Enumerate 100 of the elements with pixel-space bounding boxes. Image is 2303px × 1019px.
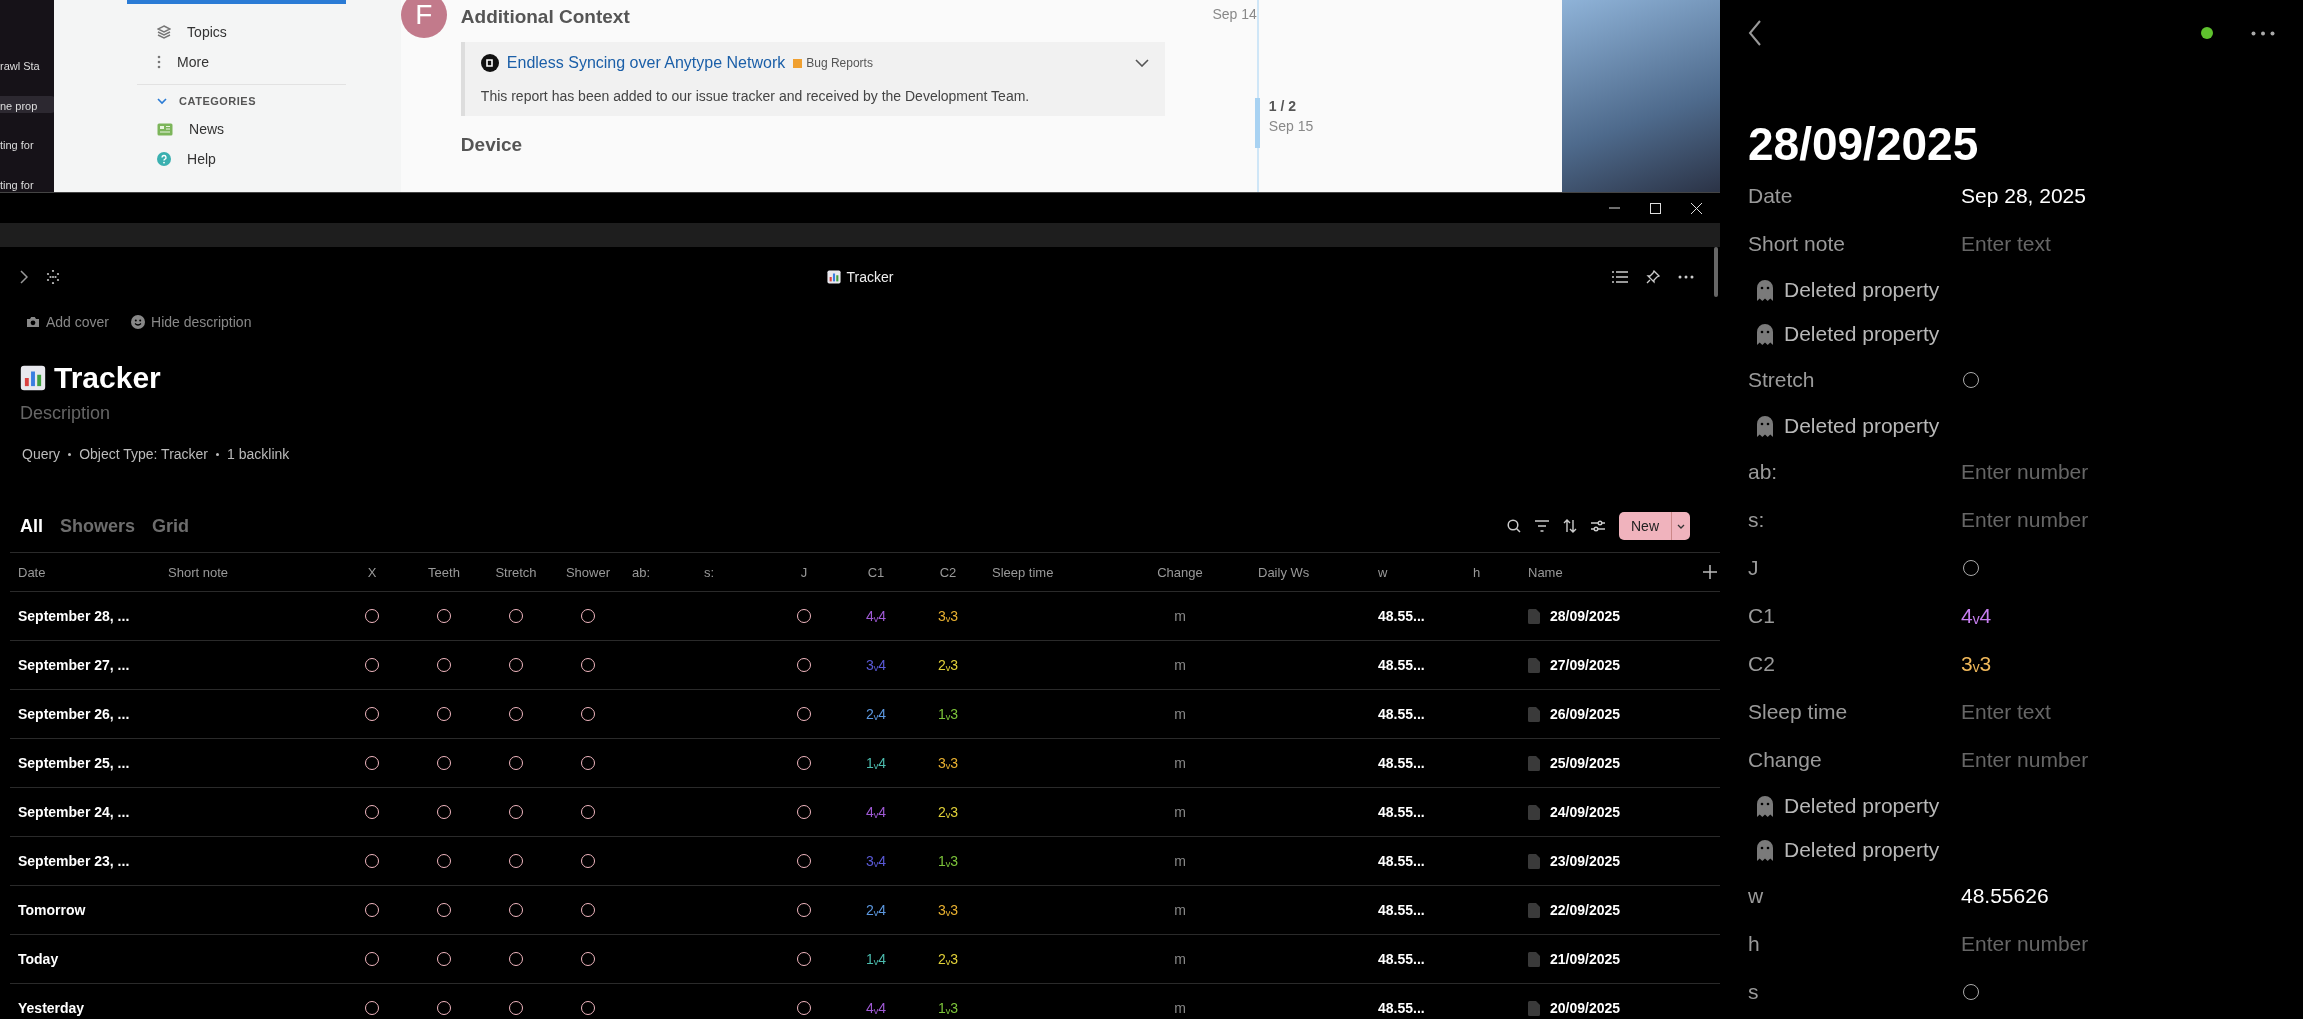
deleted-property-label: Deleted property	[1784, 278, 1940, 302]
column-header[interactable]: X	[367, 564, 377, 580]
pin-icon[interactable]	[1646, 270, 1660, 284]
deleted-property-label: Deleted property	[1784, 414, 1940, 438]
property-label: Date	[1748, 184, 1794, 208]
name-cell[interactable]: 21/09/2025	[1550, 951, 1621, 967]
unit-cell: m	[1174, 853, 1186, 869]
column-header[interactable]: Daily Ws	[1258, 564, 1310, 580]
view-tab[interactable]: All	[20, 515, 43, 537]
page-action-button[interactable]: Add cover	[26, 314, 110, 330]
chevron-right-icon[interactable]	[20, 270, 28, 284]
sidebar-item[interactable]: rawl Sta	[0, 56, 55, 74]
category-link[interactable]: News	[189, 121, 225, 137]
dots-grid-icon[interactable]	[46, 270, 60, 284]
property-label: ab:	[1748, 460, 1779, 484]
unit-cell: m	[1174, 657, 1186, 673]
property-label: C2	[1748, 652, 1776, 676]
view-tab[interactable]: Showers	[60, 515, 136, 537]
column-header[interactable]: Name	[1528, 564, 1563, 580]
column-header[interactable]: J	[800, 564, 808, 580]
topic-link[interactable]: Endless Syncing over Anytype Network	[506, 54, 786, 72]
name-cell[interactable]: 22/09/2025	[1550, 902, 1621, 918]
property-input[interactable]: Enter number	[1961, 508, 2089, 532]
column-header[interactable]: Stretch	[495, 564, 537, 580]
rating-cell: 2ᵥ3	[937, 951, 959, 967]
deleted-property-label: Deleted property	[1784, 838, 1940, 862]
date-cell: September 25, ...	[18, 755, 130, 771]
sort-icon[interactable]	[1563, 519, 1577, 533]
column-header[interactable]: w	[1378, 564, 1388, 580]
column-header[interactable]: C1	[867, 564, 885, 580]
meta-item[interactable]: Object Type: Tracker	[79, 446, 209, 462]
property-input[interactable]: Enter number	[1961, 460, 2089, 484]
property-label: s	[1748, 980, 1760, 1004]
name-cell[interactable]: 28/09/2025	[1550, 608, 1621, 624]
more-icon[interactable]	[2251, 30, 2275, 36]
add-column-icon[interactable]	[1703, 565, 1717, 579]
property-value[interactable]: Sep 28, 2025	[1961, 184, 2086, 208]
rating-value[interactable]: 3ᵥ3	[1961, 652, 1992, 676]
view-tab[interactable]: Grid	[152, 515, 190, 537]
category-link[interactable]: Help	[187, 151, 216, 167]
filter-icon[interactable]	[1535, 520, 1549, 532]
name-cell[interactable]: 25/09/2025	[1550, 755, 1621, 771]
categories-heading[interactable]: CATEGORIES	[179, 95, 256, 107]
page-action-button[interactable]: Hide description	[131, 314, 252, 330]
caret-icon	[1677, 523, 1685, 529]
settings-icon[interactable]	[1591, 520, 1605, 532]
column-header[interactable]: Sleep time	[992, 564, 1054, 580]
date-cell: Yesterday	[18, 1000, 85, 1016]
column-header[interactable]: s:	[704, 564, 715, 580]
rating-cell: 3ᵥ3	[937, 755, 959, 771]
nav-link[interactable]: More	[177, 54, 209, 70]
list-icon[interactable]	[1612, 271, 1628, 283]
timeline-date: Sep 15	[1268, 118, 1315, 134]
meta-item[interactable]: Query	[22, 446, 61, 462]
camera-icon	[26, 316, 40, 328]
date-cell: September 28, ...	[18, 608, 130, 624]
sidebar-item[interactable]: ting for	[0, 174, 55, 192]
property-input[interactable]: Enter number	[1961, 932, 2089, 956]
scrollbar[interactable]	[1714, 247, 1718, 297]
name-cell[interactable]: 27/09/2025	[1550, 657, 1621, 673]
column-header[interactable]: Shower	[565, 564, 611, 580]
rating-cell: 3ᵥ3	[937, 902, 959, 918]
property-input[interactable]: Enter number	[1961, 748, 2089, 772]
timeline-position[interactable]: 1 / 2	[1268, 98, 1419, 114]
sidebar-item[interactable]: ting for	[0, 135, 55, 153]
rating-cell: 1ᵥ4	[865, 951, 887, 967]
category-tag[interactable]: Bug Reports	[806, 56, 873, 70]
date-cell: September 26, ...	[18, 706, 130, 722]
column-header[interactable]: Change	[1157, 564, 1203, 580]
column-header[interactable]: Date	[18, 564, 46, 580]
close-icon[interactable]	[1691, 202, 1702, 214]
property-value[interactable]: 48.55626	[1961, 884, 2049, 908]
column-header[interactable]: Short note	[168, 564, 228, 580]
back-icon[interactable]	[1748, 20, 1762, 46]
meta-item[interactable]: 1 backlink	[227, 446, 290, 462]
property-input[interactable]: Enter text	[1961, 700, 2051, 724]
search-icon[interactable]	[1507, 519, 1521, 533]
object-title[interactable]: 28/09/2025	[1748, 116, 2275, 172]
column-header[interactable]: C2	[939, 564, 957, 580]
name-cell[interactable]: 24/09/2025	[1550, 804, 1621, 820]
rating-cell: 3ᵥ4	[865, 657, 887, 673]
maximize-icon[interactable]	[1650, 202, 1661, 214]
number-cell: 48.55...	[1378, 902, 1425, 918]
column-header[interactable]: Teeth	[428, 564, 460, 580]
document-icon	[1528, 951, 1540, 967]
name-cell[interactable]: 20/09/2025	[1550, 1000, 1621, 1016]
quote-text: This report has been added to our issue tracker and received by the Development Team.	[480, 88, 1031, 104]
property-input[interactable]: Enter text	[1961, 232, 2051, 256]
column-header[interactable]: ab:	[632, 564, 651, 580]
chart-icon	[826, 270, 841, 284]
chevron-down-icon[interactable]	[1134, 59, 1149, 67]
column-header[interactable]: h	[1473, 564, 1481, 580]
nav-link[interactable]: Topics	[187, 24, 227, 40]
name-cell[interactable]: 23/09/2025	[1550, 853, 1621, 869]
rating-value[interactable]: 4ᵥ4	[1961, 604, 1992, 628]
name-cell[interactable]: 26/09/2025	[1550, 706, 1621, 722]
sidebar-item[interactable]: ne prop	[0, 95, 55, 113]
page-title[interactable]: Tracker	[54, 361, 161, 395]
more-icon[interactable]	[1678, 275, 1694, 279]
description-field[interactable]: Description	[0, 403, 1720, 424]
